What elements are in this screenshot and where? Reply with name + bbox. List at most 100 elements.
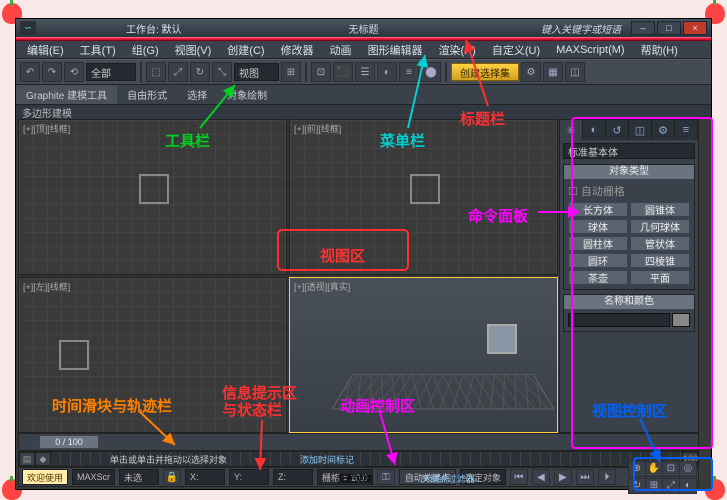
maximize-viewport-icon[interactable]: ⤢ [662,478,680,494]
create-selection-set[interactable]: 创建选择集 [451,63,519,81]
select-button[interactable]: ⬚ [146,62,166,82]
zoom-icon[interactable]: ⊕ [628,461,646,477]
pan-icon[interactable]: ✋ [645,461,663,477]
autogrid-checkbox[interactable]: ☐自动栅格 [568,183,690,199]
cmd-tab-motion-icon[interactable]: ◫ [629,120,652,140]
keyword-search[interactable]: 键入关键字或短语 [541,21,621,36]
viewport-label[interactable]: [+][透视][真实] [294,280,350,293]
cmd-tab-create-icon[interactable]: ✳ [560,120,583,140]
next-frame-icon[interactable]: ⏭ [576,469,594,485]
coord-z[interactable]: Z: [273,469,313,485]
object-cube[interactable] [410,174,440,204]
status-addtag[interactable]: 添加时间标记 [300,453,354,466]
snap-button[interactable]: ⊡ [311,62,331,82]
viewport-label[interactable]: [+][左][线框] [23,280,70,293]
scale-button[interactable]: ⤡ [212,62,232,82]
link-button[interactable]: ⟲ [64,62,84,82]
viewport-left[interactable]: [+][左][线框] [18,277,287,433]
ribbon-tab-objectpaint[interactable]: 对象绘制 [217,85,277,104]
menu-grapheditors[interactable]: 图形编辑器 [361,41,430,59]
viewport-top[interactable]: [+][顶][线框] [18,119,287,275]
status-script[interactable]: MAXScr [72,469,115,485]
menu-create[interactable]: 创建(C) [220,41,271,59]
primitive-tube[interactable]: 管状体 [630,236,690,251]
time-slider[interactable]: 0 / 100 [18,433,699,451]
angle-snap-button[interactable]: ⬛ [333,62,353,82]
rotate-button[interactable]: ↻ [190,62,210,82]
material-editor-button[interactable]: ⚙ [521,62,541,82]
lock-icon[interactable]: 🔒 [163,469,181,485]
object-color-swatch[interactable] [672,313,690,327]
viewport-label[interactable]: [+][前][线框] [294,122,341,135]
primitive-torus[interactable]: 圆环 [568,253,628,268]
trackbar-toggle-icon[interactable]: ▤ [19,452,35,466]
menu-render[interactable]: 渲染(R) [432,41,483,59]
coord-x[interactable]: X: [185,469,225,485]
percent-snap-button[interactable]: ☰ [355,62,375,82]
cmd-tab-modify-icon[interactable]: ◐ [583,120,606,140]
viewport-label[interactable]: [+][顶][线框] [23,122,70,135]
render-setup-button[interactable]: ▦ [543,62,563,82]
rollout-header-objecttype[interactable]: 对象类型 [564,165,694,179]
undo-button[interactable]: ↶ [20,62,40,82]
menu-tools[interactable]: 工具(T) [73,41,123,59]
redo-button[interactable]: ↷ [42,62,62,82]
viewport-perspective[interactable]: [+][透视][真实] [289,277,558,433]
object-name-field[interactable] [568,313,670,327]
zoom-all-icon[interactable]: ⊞ [645,478,663,494]
menu-help[interactable]: 帮助(H) [634,41,685,59]
ribbon-tab-selection[interactable]: 选择 [177,85,217,104]
rollout-header-namecolor[interactable]: 名称和颜色 [564,295,694,309]
primitive-cylinder[interactable]: 圆柱体 [568,236,628,251]
menu-view[interactable]: 视图(V) [168,41,219,59]
coord-y[interactable]: Y: [229,469,269,485]
orbit-icon[interactable]: ↻ [628,478,646,494]
object-cube[interactable] [59,340,89,370]
cmd-tab-display-icon[interactable]: ⚙ [652,120,675,140]
primitive-plane[interactable]: 平面 [630,270,690,285]
goto-end-icon[interactable]: ⏵ [598,469,616,485]
object-cube[interactable] [487,324,517,354]
primitive-geosphere[interactable]: 几何球体 [630,219,690,234]
mirror-button[interactable]: ◐ [377,62,397,82]
goto-start-icon[interactable]: ⏮ [510,469,528,485]
primitive-sphere[interactable]: 球体 [568,219,628,234]
key-icon[interactable]: ⚿ [377,469,395,485]
render-button[interactable]: ◫ [565,62,585,82]
close-button[interactable]: × [683,21,707,35]
refcoord-dropdown[interactable]: 视图 [234,63,279,81]
primitive-teapot[interactable]: 茶壶 [568,270,628,285]
ribbon-tab-graphite[interactable]: Graphite 建模工具 [16,85,117,104]
center-icon[interactable]: ⊞ [281,62,301,82]
fov-icon[interactable]: ◎ [679,461,697,477]
menu-customize[interactable]: 自定义(U) [485,41,547,59]
menu-group[interactable]: 组(G) [125,41,166,59]
titlebar[interactable]: ∽ 工作台: 默认 无标题 键入关键字或短语 – □ × [16,19,711,37]
cmd-tab-utilities-icon[interactable]: ≡ [675,120,698,140]
primitive-pyramid[interactable]: 四棱锥 [630,253,690,268]
menu-edit[interactable]: 编辑(E) [20,41,71,59]
key-filter-link[interactable]: 关键点过滤器... [421,472,483,485]
min-max-icon[interactable]: ◐ [679,478,697,494]
primitive-category-dropdown[interactable]: 标准基本体 [563,143,695,159]
viewport-front[interactable]: [+][前][线框] [289,119,558,275]
primitive-cone[interactable]: 圆锥体 [630,202,690,217]
move-button[interactable]: ⤢ [168,62,188,82]
zoom-extents-icon[interactable]: ⊡ [662,461,680,477]
maximize-button[interactable]: □ [657,21,681,35]
layers-button[interactable]: ⬤ [421,62,441,82]
set-key-button[interactable]: 设置关键 [336,472,372,485]
cmd-tab-hierarchy-icon[interactable]: ↺ [606,120,629,140]
align-button[interactable]: ≡ [399,62,419,82]
primitive-box[interactable]: 长方体 [568,202,628,217]
workspace-selector[interactable]: 工作台: 默认 [126,21,182,36]
minimize-button[interactable]: – [631,21,655,35]
object-cube[interactable] [139,174,169,204]
play-icon[interactable]: ▶ [554,469,572,485]
menu-animation[interactable]: 动画 [323,41,359,59]
menu-modifiers[interactable]: 修改器 [274,41,321,59]
ribbon-tab-freeform[interactable]: 自由形式 [117,85,177,104]
prev-frame-icon[interactable]: ◀ [532,469,550,485]
filter-dropdown[interactable]: 全部 [86,63,136,81]
time-slider-knob[interactable]: 0 / 100 [39,435,99,449]
